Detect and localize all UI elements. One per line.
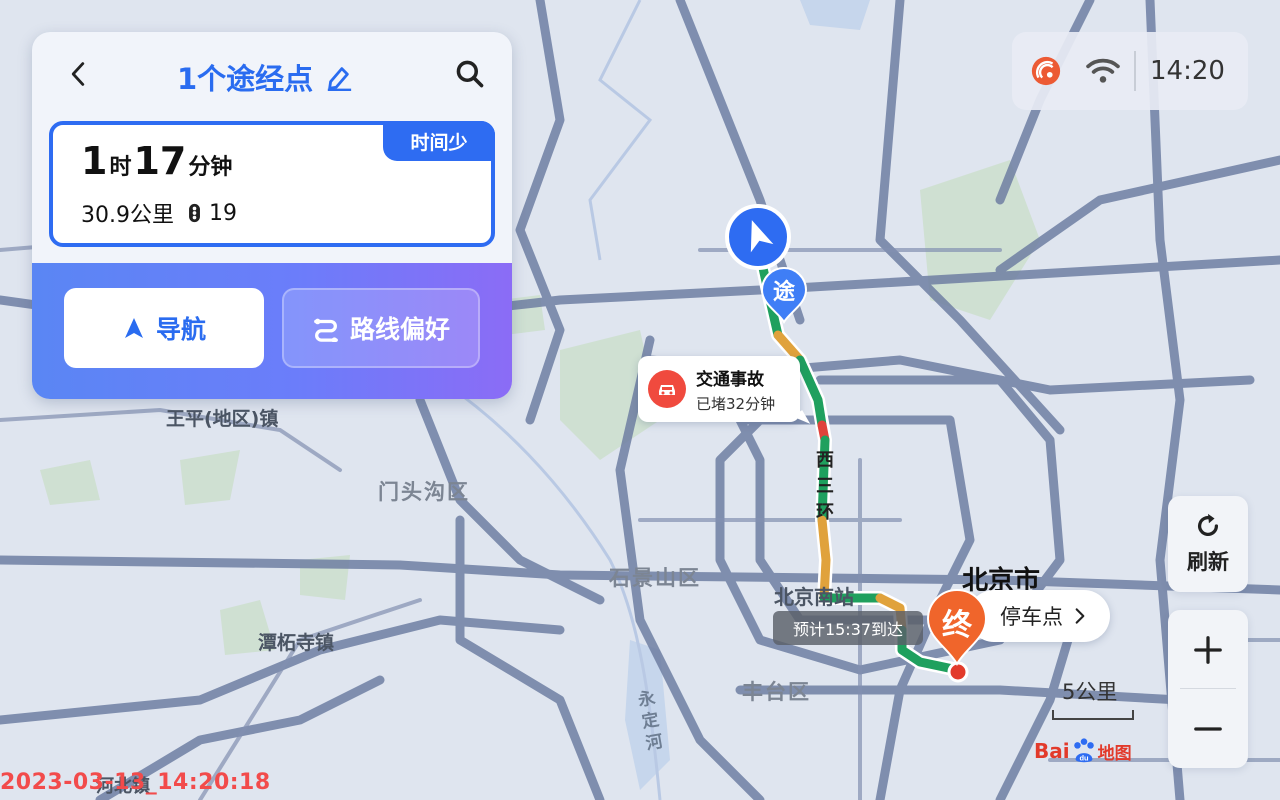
route-preference-icon [314,318,338,342]
route-panel: 1个途经点 时间少 1 时 17 分钟 30.9公里 19 导航 路线偏好 [32,32,512,399]
destination-label: 终 [942,608,972,643]
map-label-mentougou: 门头沟区 [378,480,470,504]
map-label-wangping: 王平(地区)镇 [166,408,279,430]
current-location-marker [725,204,791,270]
incident-title: 交通事故 [696,369,764,390]
route-minutes: 17 [133,139,187,183]
destination-marker[interactable]: 终 [926,588,988,668]
navigation-arrow-icon [124,318,143,338]
baidu-paw-icon: du [1073,738,1094,762]
zoom-out-button[interactable] [1168,689,1248,768]
refresh-label: 刷新 [1187,550,1229,574]
baidu-map-logo: Bai du 地图 [1034,734,1132,768]
zoom-controls [1168,610,1248,768]
refresh-icon [1197,513,1219,536]
map-label-xisanhuan: 西三环 [816,450,834,523]
navigate-label: 导航 [155,315,206,344]
route-tag-badge: 时间少 [383,121,495,161]
waypoint-label: 途 [772,280,795,305]
screenshot-timestamp: 2023-03-13_14:20:18 [0,770,271,795]
refresh-button[interactable]: 刷新 [1168,496,1248,592]
map-label-beijing-south: 北京南站 [774,585,854,609]
route-info: 30.9公里 19 [81,197,237,229]
incident-detail: 已堵32分钟 [696,394,776,413]
status-bar: 14:20 [1012,32,1248,110]
minus-icon [1194,726,1222,731]
signal-broadcast-icon [1031,56,1061,86]
traffic-lights-value: 19 [209,200,237,226]
scale-label: 5公里 [1062,680,1118,704]
waypoint-marker[interactable]: 途 [760,266,808,324]
zoom-in-button[interactable] [1168,610,1248,689]
logo-wordmark-bai: Bai [1034,739,1070,763]
route-duration: 1 时 17 分钟 [81,139,234,183]
map-label-shijingshan: 石景山区 [609,566,701,590]
status-divider [1134,51,1136,91]
page-title: 1个途经点 [177,62,314,96]
wifi-icon [1086,58,1120,83]
plus-icon [1194,635,1222,664]
waypoint-edit-title[interactable]: 1个途经点 [177,56,353,98]
route-distance: 30.9公里 [81,203,174,228]
map-label-fengtai: 丰台区 [742,680,811,704]
car-accident-icon [648,370,686,408]
logo-map-text: 地图 [1097,743,1132,764]
navigate-button[interactable]: 导航 [64,288,264,368]
map-scale: 5公里 [1052,676,1136,722]
search-button[interactable] [454,58,490,94]
clock: 14:20 [1150,56,1225,86]
route-hours-unit: 时 [109,155,132,180]
route-preference-label: 路线偏好 [349,315,450,344]
route-minutes-unit: 分钟 [188,155,233,180]
edit-pencil-icon [327,67,352,91]
back-button[interactable] [62,58,94,90]
scale-bar [1052,710,1134,720]
traffic-lights-count: 19 [188,201,237,226]
parking-button[interactable]: 停车点 [968,590,1110,642]
eta-label: 预计15:37到达 [773,611,923,645]
parking-label: 停车点 [1000,605,1063,629]
route-option-card[interactable]: 时间少 1 时 17 分钟 30.9公里 19 [49,121,495,247]
search-icon [456,60,484,88]
map-label-tanzhesi: 潭柘寺镇 [258,632,335,654]
chevron-right-icon [1075,608,1085,624]
route-preference-button[interactable]: 路线偏好 [282,288,480,368]
traffic-incident-callout[interactable]: 交通事故 已堵32分钟 [638,356,800,422]
route-hours: 1 [81,139,108,183]
svg-text:du: du [1079,753,1089,762]
traffic-light-icon [189,203,200,223]
chevron-left-icon [71,62,85,86]
